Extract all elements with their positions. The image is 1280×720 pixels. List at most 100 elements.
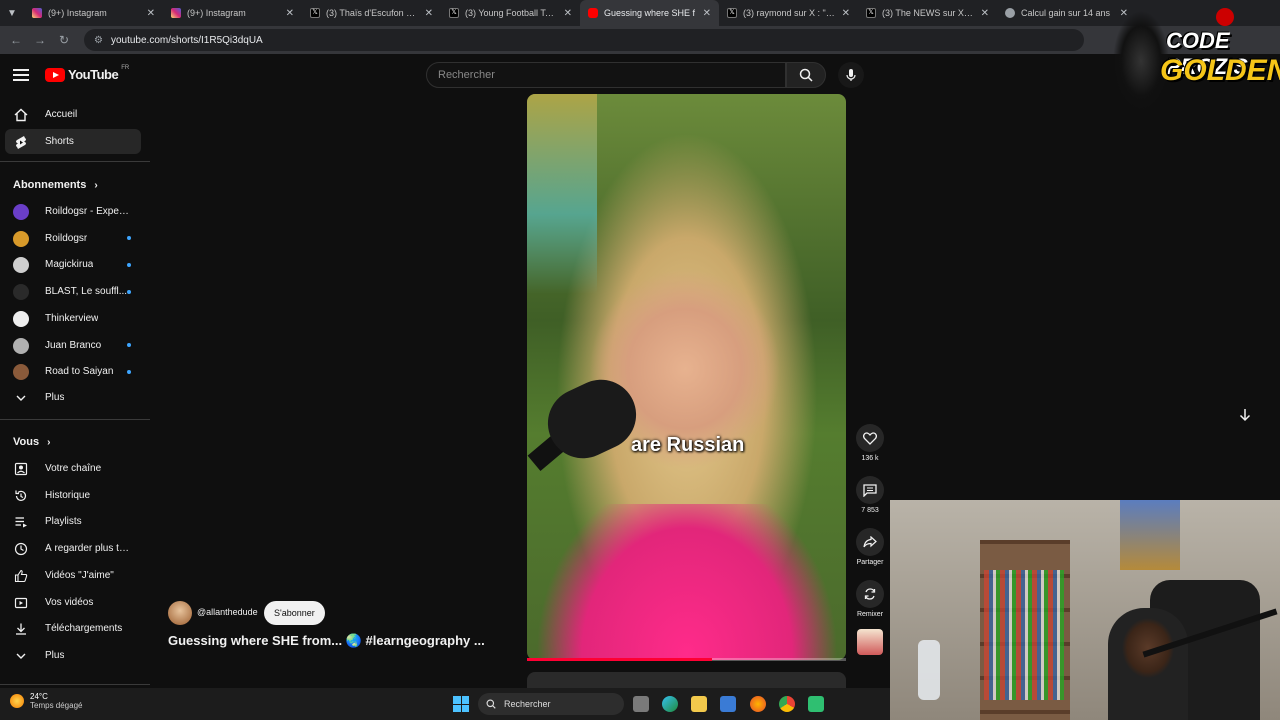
close-tab-icon[interactable]: ✕: [286, 8, 294, 19]
chevron-down-icon: [13, 648, 29, 664]
sidebar-divider: [0, 684, 150, 685]
sidebar-subscription-item[interactable]: Road to Saiyan: [5, 359, 141, 384]
menu-icon[interactable]: [13, 69, 29, 81]
browser-tab[interactable]: Guessing where SHE f ✕: [580, 0, 719, 26]
comments-button[interactable]: 7 853: [855, 476, 885, 514]
subscriptions-more-button[interactable]: Plus: [5, 385, 141, 410]
store-icon[interactable]: [720, 696, 736, 712]
next-short-preview[interactable]: [527, 672, 846, 688]
sound-thumbnail[interactable]: [857, 629, 883, 655]
youtube-icon: [588, 8, 598, 18]
x-icon: 𝕏: [449, 8, 459, 18]
chrome-icon[interactable]: [779, 696, 795, 712]
search-button[interactable]: [786, 62, 826, 88]
sidebar-item-watch-later[interactable]: À regarder plus tard: [5, 536, 141, 561]
sidebar-item-thumbs-up[interactable]: Vidéos "J'aime": [5, 563, 141, 588]
sidebar-item-home[interactable]: Accueil: [5, 102, 141, 127]
your-videos-icon: [13, 595, 29, 611]
x-icon: 𝕏: [866, 8, 876, 18]
you-heading[interactable]: Vous ›: [13, 436, 50, 448]
weather-widget[interactable]: 24°C Temps dégagé: [10, 692, 82, 710]
chevron-right-icon: ›: [94, 179, 98, 191]
sidebar: Accueil Shorts Abonnements › Roildogsr -…: [0, 100, 150, 688]
browser-tab[interactable]: 𝕏 (3) raymond sur X : "Ça p ✕: [719, 0, 858, 26]
close-tab-icon[interactable]: ✕: [703, 8, 711, 19]
sidebar-item-label: Vos vidéos: [45, 596, 94, 608]
taskbar-search[interactable]: Rechercher: [478, 693, 624, 715]
browser-toolbar: ← → ↻ ⚙ youtube.com/shorts/I1R5Qi3dqUA: [0, 26, 1280, 54]
sidebar-item-history[interactable]: Historique: [5, 483, 141, 508]
browser-tab[interactable]: 𝕏 (3) Young Football Talent ✕: [441, 0, 580, 26]
browser-tab[interactable]: (9+) Instagram ✕: [24, 0, 163, 26]
close-tab-icon[interactable]: ✕: [425, 8, 433, 19]
tab-title: (3) The NEWS sur X : "n: [882, 8, 975, 18]
subscribe-button[interactable]: S'abonner: [264, 601, 325, 625]
video-progress-bar[interactable]: [527, 658, 846, 661]
x-icon: 𝕏: [310, 8, 320, 18]
tab-title: (3) Thaïs d'Escufon sur X: [326, 8, 419, 18]
close-tab-icon[interactable]: ✕: [842, 8, 850, 19]
sidebar-item-shorts[interactable]: Shorts: [5, 129, 141, 154]
search-icon: [486, 699, 496, 709]
windows-start-icon[interactable]: [453, 696, 469, 712]
logo-badge: [1216, 8, 1234, 26]
address-bar[interactable]: ⚙ youtube.com/shorts/I1R5Qi3dqUA: [84, 29, 1084, 51]
task-view-icon[interactable]: [633, 696, 649, 712]
next-short-button[interactable]: [1232, 402, 1258, 428]
sidebar-subscription-item[interactable]: Magickirua: [5, 252, 141, 277]
subscriptions-heading-label: Abonnements: [13, 179, 87, 191]
channel-name[interactable]: @allanthedude: [197, 607, 258, 617]
close-tab-icon[interactable]: ✕: [564, 8, 572, 19]
search-input[interactable]: Rechercher: [426, 62, 786, 88]
sidebar-item-label: Shorts: [45, 136, 74, 147]
edge-icon[interactable]: [662, 696, 678, 712]
you-more-button[interactable]: Plus: [5, 643, 141, 668]
video-caption: are Russian: [631, 434, 745, 456]
site-settings-icon[interactable]: ⚙: [94, 35, 103, 46]
obs-icon[interactable]: [808, 696, 824, 712]
sidebar-item-your-videos[interactable]: Vos vidéos: [5, 590, 141, 615]
tab-list-chevron-icon[interactable]: ▼: [0, 0, 24, 26]
short-title[interactable]: Guessing where SHE from... 🌏 #learngeogr…: [168, 633, 485, 649]
sidebar-item-channel[interactable]: Votre chaîne: [5, 456, 141, 481]
sidebar-item-label: Roildogsr - Expert ...: [45, 206, 131, 217]
webcam-books: [984, 570, 1064, 700]
subscriptions-heading[interactable]: Abonnements ›: [13, 179, 98, 191]
sidebar-subscription-item[interactable]: Roildogsr - Expert ...: [5, 199, 141, 224]
close-tab-icon[interactable]: ✕: [981, 8, 989, 19]
reload-icon[interactable]: ↻: [54, 30, 74, 50]
channel-avatar[interactable]: [168, 601, 192, 625]
new-content-dot: [127, 262, 131, 267]
browser-tab[interactable]: 𝕏 (3) The NEWS sur X : "n ✕: [858, 0, 997, 26]
sidebar-subscription-item[interactable]: Roildogsr: [5, 226, 141, 251]
sidebar-divider: [0, 161, 150, 162]
browser-tab[interactable]: 𝕏 (3) Thaïs d'Escufon sur X ✕: [302, 0, 441, 26]
file-explorer-icon[interactable]: [691, 696, 707, 712]
close-tab-icon[interactable]: ✕: [147, 8, 155, 19]
short-video-player[interactable]: are Russian: [527, 94, 846, 660]
sidebar-item-label: BLAST, Le souffl...: [45, 286, 128, 298]
sidebar-subscription-item[interactable]: Thinkerview: [5, 306, 141, 331]
webcam-bottle: [918, 640, 940, 700]
sidebar-subscription-item[interactable]: BLAST, Le souffl...: [5, 279, 141, 304]
voice-search-button[interactable]: [838, 62, 864, 88]
weather-temperature: 24°C: [30, 692, 48, 701]
remix-button[interactable]: Remixer: [855, 580, 885, 618]
youtube-logo[interactable]: YouTube FR: [45, 65, 129, 82]
sidebar-item-playlists[interactable]: Playlists: [5, 509, 141, 534]
webcam-overlay: [890, 500, 1280, 720]
back-arrow-icon[interactable]: ←: [6, 30, 26, 50]
share-icon: [863, 536, 877, 548]
sidebar-item-label: Road to Saiyan: [45, 366, 114, 378]
sidebar-subscription-item[interactable]: Juan Branco: [5, 333, 141, 358]
sidebar-item-label: Plus: [45, 650, 65, 661]
like-button[interactable]: 136 k: [855, 424, 885, 462]
forward-arrow-icon[interactable]: →: [30, 30, 50, 50]
browser-tab[interactable]: (9+) Instagram ✕: [163, 0, 302, 26]
sidebar-item-download[interactable]: Téléchargements: [5, 616, 141, 641]
avatar: [13, 204, 29, 220]
firefox-icon[interactable]: [750, 696, 766, 712]
sidebar-item-label: À regarder plus tard: [45, 543, 131, 555]
channel-avatar-icon: [13, 310, 29, 327]
share-button[interactable]: Partager: [855, 528, 885, 566]
